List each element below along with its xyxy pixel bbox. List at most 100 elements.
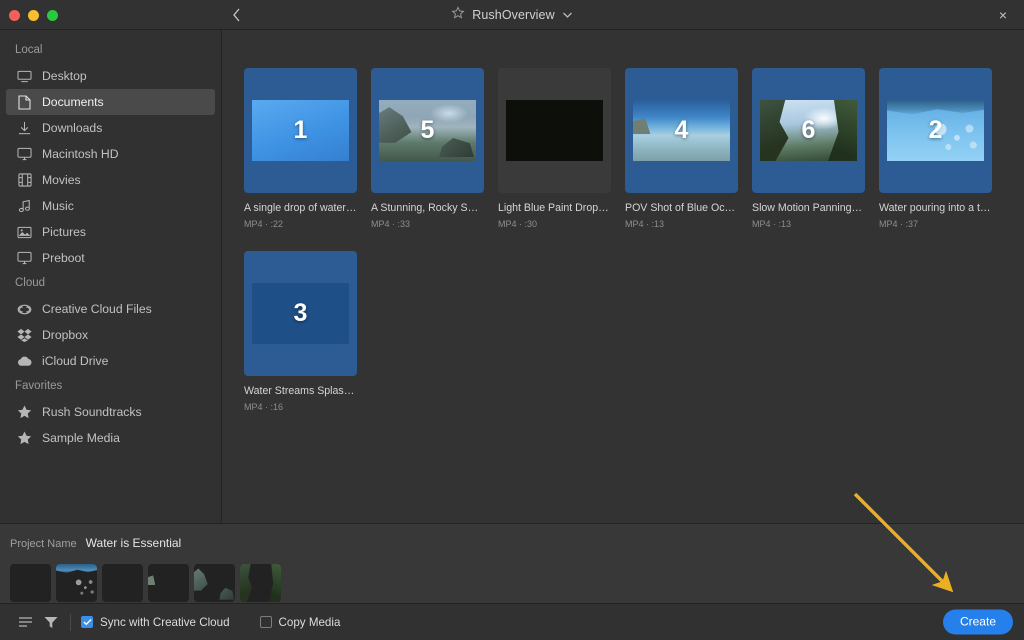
media-cell[interactable]: 1 A single drop of water d... MP4 · :22 bbox=[244, 68, 371, 229]
sidebar-item-preboot[interactable]: Preboot bbox=[6, 245, 215, 271]
sidebar-item-downloads[interactable]: Downloads bbox=[6, 115, 215, 141]
media-meta: MP4 · :30 bbox=[498, 219, 538, 229]
filmstrip-thumbnail[interactable] bbox=[194, 564, 235, 602]
sidebar-item-rush-soundtracks[interactable]: Rush Soundtracks bbox=[6, 399, 215, 425]
sidebar-item-icloud-drive[interactable]: iCloud Drive bbox=[6, 348, 215, 374]
filter-icon[interactable] bbox=[38, 610, 64, 634]
media-thumbnail-image bbox=[506, 100, 603, 161]
media-cell[interactable]: 6 Slow Motion Panning S... MP4 · :13 bbox=[752, 68, 879, 229]
back-button[interactable] bbox=[228, 0, 244, 30]
chevron-down-icon[interactable] bbox=[562, 6, 573, 24]
download-icon bbox=[16, 120, 33, 137]
desktop-icon bbox=[16, 68, 33, 85]
media-cell[interactable]: 4 POV Shot of Blue Ocean... MP4 · :13 bbox=[625, 68, 752, 229]
media-thumbnail-card[interactable] bbox=[498, 68, 611, 193]
music-note-icon bbox=[16, 198, 33, 215]
sidebar-item-dropbox[interactable]: Dropbox bbox=[6, 322, 215, 348]
close-window-button[interactable] bbox=[9, 9, 20, 21]
sidebar-item-movies[interactable]: Movies bbox=[6, 167, 215, 193]
sync-with-creative-cloud-label: Sync with Creative Cloud bbox=[100, 615, 230, 629]
minimize-window-button[interactable] bbox=[28, 9, 39, 21]
media-meta: MP4 · :13 bbox=[752, 219, 792, 229]
media-name: Slow Motion Panning S... bbox=[752, 202, 865, 214]
media-meta: MP4 · :13 bbox=[625, 219, 665, 229]
media-cell[interactable]: Light Blue Paint Drops i... MP4 · :30 bbox=[498, 68, 625, 229]
filmstrip-thumbnail[interactable] bbox=[56, 564, 97, 602]
document-title-area: RushOverview bbox=[0, 0, 1024, 30]
project-name-row: Project Name Water is Essential bbox=[10, 534, 1024, 554]
toolbar-divider bbox=[70, 613, 71, 631]
close-icon[interactable]: × bbox=[992, 0, 1014, 30]
picture-icon bbox=[16, 224, 33, 241]
sidebar-item-macintosh-hd[interactable]: Macintosh HD bbox=[6, 141, 215, 167]
media-thumbnail-card[interactable]: 3 bbox=[244, 251, 357, 376]
star-filled-icon bbox=[16, 430, 33, 447]
media-name: Water Streams Splash a... bbox=[244, 385, 357, 397]
media-meta: MP4 · :33 bbox=[371, 219, 411, 229]
rush-media-browser-window: RushOverview × Local Desktop Documents Down… bbox=[0, 0, 1024, 640]
filmstrip-thumbnail[interactable] bbox=[102, 564, 143, 602]
media-name: A Stunning, Rocky Shore... bbox=[371, 202, 484, 214]
media-cell[interactable]: 5 A Stunning, Rocky Shore... MP4 · :33 bbox=[371, 68, 498, 229]
media-thumbnail-image: 5 bbox=[379, 100, 476, 161]
media-thumbnail-image: 6 bbox=[760, 100, 857, 161]
sidebar-item-label: Dropbox bbox=[42, 328, 89, 342]
media-name: Light Blue Paint Drops i... bbox=[498, 202, 611, 214]
media-thumbnail-image: 2 bbox=[887, 100, 984, 161]
sidebar-item-sample-media[interactable]: Sample Media bbox=[6, 425, 215, 451]
media-meta: MP4 · :37 bbox=[879, 219, 919, 229]
maximize-window-button[interactable] bbox=[47, 9, 58, 21]
project-name-label: Project Name bbox=[10, 538, 77, 550]
media-thumbnail-card[interactable]: 2 bbox=[879, 68, 992, 193]
sidebar-item-label: Desktop bbox=[42, 69, 87, 83]
media-browser[interactable]: 1 A single drop of water d... MP4 · :22 5 A … bbox=[222, 30, 1024, 523]
sidebar-item-label: Downloads bbox=[42, 121, 103, 135]
media-meta: MP4 · :22 bbox=[244, 219, 284, 229]
media-grid: 1 A single drop of water d... MP4 · :22 5 A … bbox=[244, 68, 1024, 434]
media-thumbnail-card[interactable]: 6 bbox=[752, 68, 865, 193]
media-cell[interactable]: 3 Water Streams Splash a... MP4 · :16 bbox=[244, 251, 371, 412]
sidebar-item-music[interactable]: Music bbox=[6, 193, 215, 219]
project-panel: Project Name Water is Essential bbox=[0, 524, 1024, 603]
sidebar-item-label: Sample Media bbox=[42, 431, 120, 445]
filmstrip-thumbnail[interactable] bbox=[10, 564, 51, 602]
checkbox-box-sync[interactable] bbox=[81, 616, 93, 628]
star-filled-icon bbox=[16, 404, 33, 421]
star-outline-icon[interactable] bbox=[451, 5, 465, 25]
monitor-icon bbox=[16, 250, 33, 267]
media-thumbnail-card[interactable]: 4 bbox=[625, 68, 738, 193]
sidebar-item-label: Rush Soundtracks bbox=[42, 405, 142, 419]
sidebar-item-label: Movies bbox=[42, 173, 81, 187]
sidebar: Local Desktop Documents Downloads Macintosh … bbox=[0, 30, 222, 523]
project-name-value[interactable]: Water is Essential bbox=[86, 536, 261, 554]
media-thumbnail-card[interactable]: 5 bbox=[371, 68, 484, 193]
selection-order-badge: 5 bbox=[420, 116, 435, 144]
sync-with-creative-cloud-checkbox[interactable]: Sync with Creative Cloud bbox=[81, 616, 230, 629]
sidebar-group-label-local: Local bbox=[15, 44, 43, 56]
media-thumbnail-card[interactable]: 1 bbox=[244, 68, 357, 193]
cloud-icon bbox=[16, 353, 33, 370]
sidebar-item-creative-cloud-files[interactable]: Creative Cloud Files bbox=[6, 296, 215, 322]
media-name: POV Shot of Blue Ocean... bbox=[625, 202, 738, 214]
sidebar-item-label: Pictures bbox=[42, 225, 87, 239]
list-view-icon[interactable] bbox=[12, 610, 38, 634]
filmstrip-thumbnail[interactable] bbox=[240, 564, 281, 602]
create-button[interactable]: Create bbox=[942, 609, 1013, 635]
monitor-icon bbox=[16, 146, 33, 163]
media-cell[interactable]: 2 Water pouring into a ta... MP4 · :37 bbox=[879, 68, 1006, 229]
window-traffic-lights bbox=[9, 0, 58, 30]
film-icon bbox=[16, 172, 33, 189]
selection-order-badge: 4 bbox=[674, 116, 689, 144]
selected-clips-filmstrip bbox=[10, 564, 1024, 602]
sidebar-item-desktop[interactable]: Desktop bbox=[6, 63, 215, 89]
checkbox-box-copy[interactable] bbox=[259, 616, 272, 628]
sidebar-item-documents[interactable]: Documents bbox=[6, 89, 215, 115]
project-name-field[interactable]: Water is Essential bbox=[86, 534, 261, 554]
sidebar-group-label-favorites: Favorites bbox=[15, 380, 63, 392]
filmstrip-thumbnail[interactable] bbox=[148, 564, 189, 602]
copy-media-checkbox[interactable]: Copy Media bbox=[259, 616, 340, 629]
selection-order-badge: 6 bbox=[801, 116, 816, 144]
media-name: Water pouring into a ta... bbox=[879, 202, 992, 214]
sidebar-item-pictures[interactable]: Pictures bbox=[6, 219, 215, 245]
media-meta: MP4 · :16 bbox=[244, 402, 284, 412]
